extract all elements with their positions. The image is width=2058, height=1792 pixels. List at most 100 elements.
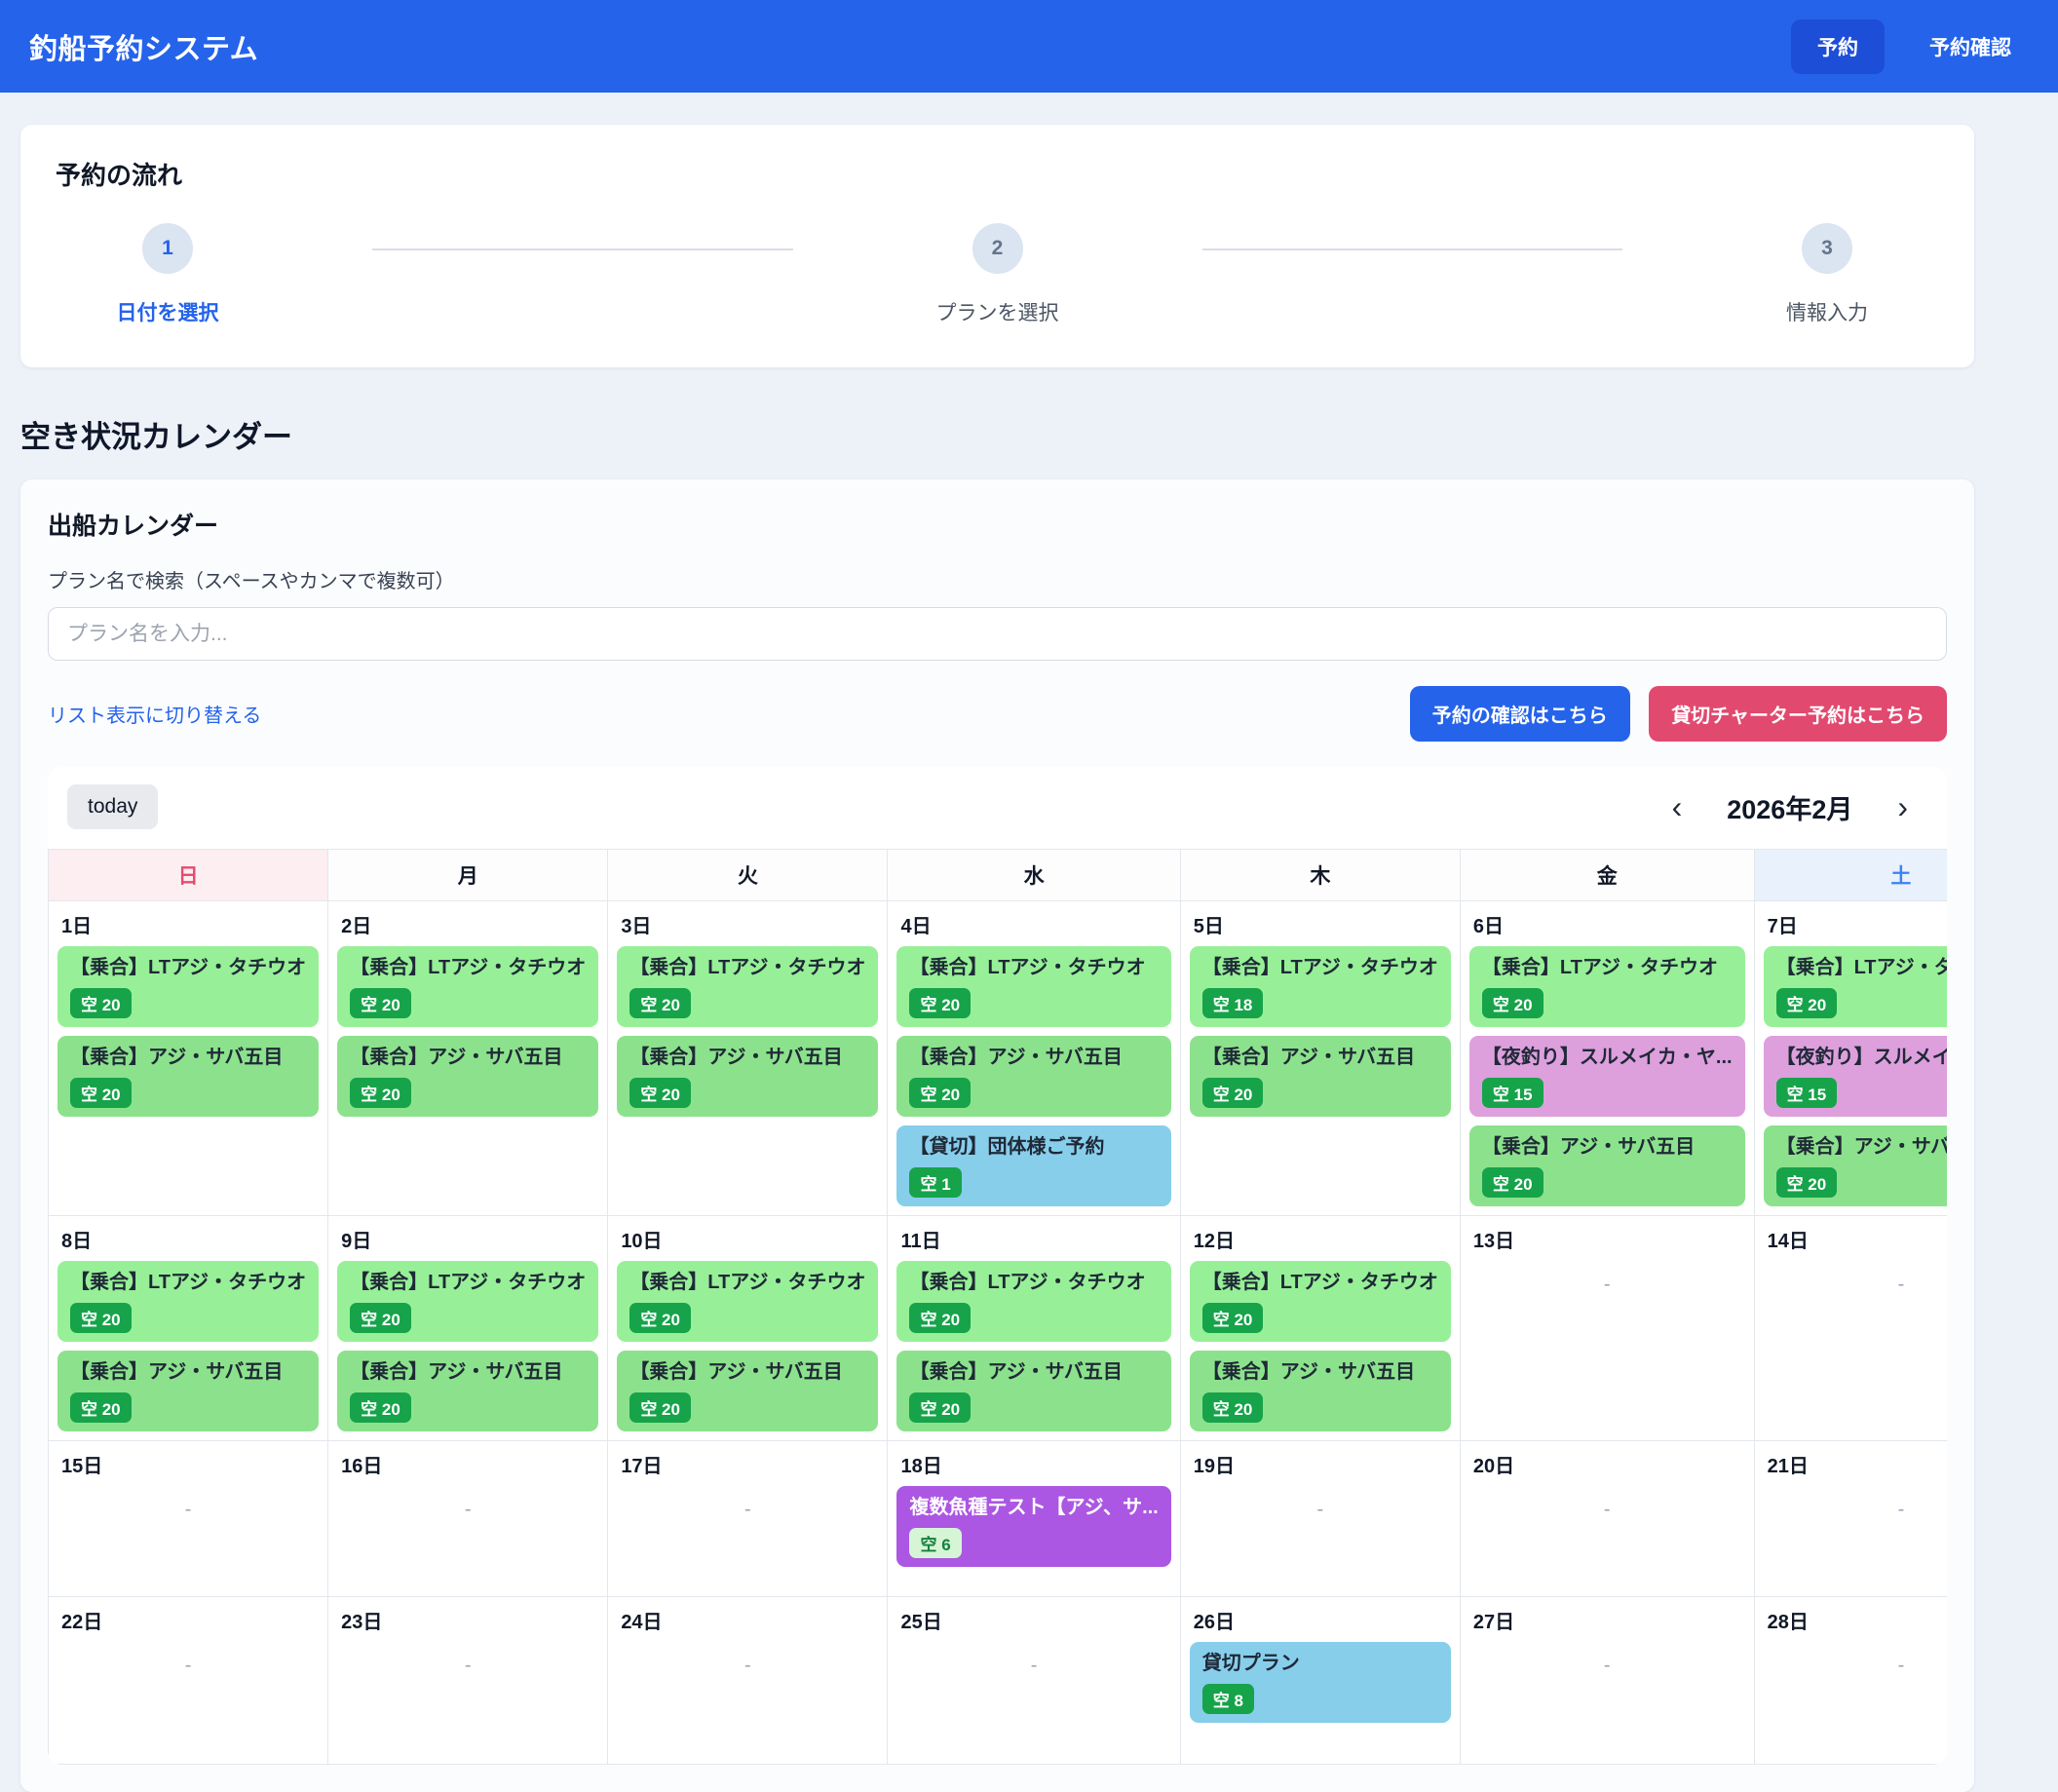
day-number: 24日 (608, 1597, 887, 1639)
day-cell-5日[interactable]: 5日【乗合】LTアジ・タチウオ空 18 【乗合】アジ・サバ五目空 20 (1181, 901, 1461, 1216)
calendar-event[interactable]: 【乗合】アジ・サバ五目空 20 (337, 1351, 598, 1431)
calendar-event[interactable]: 【乗合】LTアジ・タチウオ空 20 (337, 946, 598, 1027)
day-header-sun: 日 (49, 850, 328, 901)
day-cell-1日[interactable]: 1日【乗合】LTアジ・タチウオ空 20 【乗合】アジ・サバ五目空 20 (49, 901, 328, 1216)
day-cell-24日[interactable]: 24日- (608, 1597, 888, 1765)
event-title: 【乗合】アジ・サバ五目 (909, 1359, 1158, 1386)
calendar-event[interactable]: 【乗合】アジ・サバ五目空 20 (337, 1036, 598, 1117)
day-number: 1日 (49, 901, 327, 943)
day-cell-14日[interactable]: 14日- (1755, 1216, 1947, 1441)
calendar-event[interactable]: 【乗合】アジ・サバ五目空 20 (1190, 1036, 1451, 1117)
availability-badge: 空 20 (70, 1078, 132, 1108)
calendar-event[interactable]: 【乗合】アジ・サバ五目空 20 (617, 1036, 878, 1117)
calendar-event[interactable]: 【乗合】LTアジ・タチウオ空 20 (617, 946, 878, 1027)
calendar-event[interactable]: 【乗合】LTアジ・タチウオ空 20 (1469, 946, 1745, 1027)
calendar-grid: 日月火水木金土1日【乗合】LTアジ・タチウオ空 20【乗合】アジ・サバ五目空 2… (48, 849, 1947, 1765)
day-cell-25日[interactable]: 25日- (888, 1597, 1180, 1765)
plan-search-input[interactable] (48, 607, 1947, 661)
day-number: 12日 (1181, 1216, 1460, 1258)
calendar-event[interactable]: 【乗合】LTアジ・タチウオ空 20 (337, 1261, 598, 1342)
day-cell-27日[interactable]: 27日- (1461, 1597, 1755, 1765)
day-cell-3日[interactable]: 3日【乗合】LTアジ・タチウオ空 20【乗合】アジ・サバ五目空 20 (608, 901, 888, 1216)
day-number: 6日 (1461, 901, 1754, 943)
calendar-event[interactable]: 【乗合】アジ・サバ五目空 20 (1190, 1351, 1451, 1431)
day-cell-22日[interactable]: 22日- (49, 1597, 328, 1765)
calendar-event[interactable]: 【乗合】LTアジ・タチウオ空 20 (896, 946, 1170, 1027)
calendar-event[interactable]: 【乗合】LTアジ・タチウオ空 18 (1190, 946, 1451, 1027)
day-cell-15日[interactable]: 15日- (49, 1441, 328, 1597)
day-header-mon: 月 (328, 850, 608, 901)
empty-day-placeholder: - (1755, 1655, 1947, 1677)
empty-day-placeholder: - (1755, 1499, 1947, 1521)
calendar-event[interactable]: 【乗合】LTアジ・タチウオ空 20 (57, 1261, 319, 1342)
calendar-event[interactable]: 【乗合】アジ・サバ五目空 20 (617, 1351, 878, 1431)
event-title: 【乗合】LTアジ・タチウオ (1202, 955, 1438, 981)
availability-badge: 空 20 (1202, 1392, 1264, 1423)
flow-step-1: 1日付を選択 (56, 223, 280, 326)
calendar-event[interactable]: 【乗合】LTアジ・タチウオ空 20 (617, 1261, 878, 1342)
calendar-event[interactable]: 【乗合】アジ・サバ五目空 20 (896, 1036, 1170, 1117)
day-cell-26日[interactable]: 26日貸切プラン空 8 (1181, 1597, 1461, 1765)
calendar-event[interactable]: 複数魚種テスト【アジ、サ...空 6 (896, 1486, 1170, 1567)
availability-badge: 空 20 (909, 988, 971, 1018)
calendar-event[interactable]: 【乗合】LTアジ・タチウオ空 20 (1764, 946, 1947, 1027)
event-title: 【乗合】LTアジ・タチウオ (1202, 1270, 1438, 1296)
day-cell-8日[interactable]: 8日【乗合】LTアジ・タチウオ空 20【乗合】アジ・サバ五目空 20 (49, 1216, 328, 1441)
availability-badge: 空 20 (629, 1078, 691, 1108)
availability-badge: 空 20 (350, 988, 411, 1018)
charter-reservation-button[interactable]: 貸切チャーター予約はこちら (1649, 686, 1947, 742)
day-number: 2日 (328, 901, 607, 943)
event-title: 【乗合】アジ・サバ五目 (1202, 1359, 1438, 1386)
calendar-event[interactable]: 【乗合】アジ・サバ五目空 20 (57, 1351, 319, 1431)
day-cell-19日[interactable]: 19日- (1181, 1441, 1461, 1597)
calendar-event[interactable]: 【乗合】アジ・サバ五目空 20 (57, 1036, 319, 1117)
nav-reserve-button[interactable]: 予約 (1791, 19, 1885, 74)
day-cell-28日[interactable]: 28日- (1755, 1597, 1947, 1765)
calendar-event[interactable]: 【夜釣り】スルメイカ・ヤ...空 15 (1764, 1036, 1947, 1117)
day-cell-16日[interactable]: 16日- (328, 1441, 608, 1597)
calendar-event[interactable]: 【乗合】アジ・サバ五目空 20 (1764, 1125, 1947, 1206)
day-cell-13日[interactable]: 13日- (1461, 1216, 1755, 1441)
event-title: 【乗合】LTアジ・タチウオ (1482, 955, 1733, 981)
calendar-event[interactable]: 【乗合】アジ・サバ五目空 20 (1469, 1125, 1745, 1206)
day-number: 5日 (1181, 901, 1460, 943)
today-button[interactable]: today (67, 784, 158, 829)
calendar-event[interactable]: 【乗合】LTアジ・タチウオ空 20 (57, 946, 319, 1027)
day-cell-9日[interactable]: 9日【乗合】LTアジ・タチウオ空 20【乗合】アジ・サバ五目空 20 (328, 1216, 608, 1441)
reservation-confirm-button[interactable]: 予約の確認はこちら (1410, 686, 1630, 742)
calendar-event[interactable]: 【乗合】LTアジ・タチウオ空 20 (896, 1261, 1170, 1342)
calendar-event[interactable]: 【乗合】LTアジ・タチウオ空 20 (1190, 1261, 1451, 1342)
day-cell-10日[interactable]: 10日【乗合】LTアジ・タチウオ空 20【乗合】アジ・サバ五目空 20 (608, 1216, 888, 1441)
day-cell-6日[interactable]: 6日【乗合】LTアジ・タチウオ空 20【夜釣り】スルメイカ・ヤ...空 15【乗… (1461, 901, 1755, 1216)
calendar-event[interactable]: 貸切プラン空 8 (1190, 1642, 1451, 1723)
day-number: 13日 (1461, 1216, 1754, 1258)
calendar-event[interactable]: 【乗合】アジ・サバ五目空 20 (896, 1351, 1170, 1431)
day-cell-12日[interactable]: 12日【乗合】LTアジ・タチウオ空 20【乗合】アジ・サバ五目空 20 (1181, 1216, 1461, 1441)
day-cell-18日[interactable]: 18日複数魚種テスト【アジ、サ...空 6 (888, 1441, 1180, 1597)
day-cell-4日[interactable]: 4日【乗合】LTアジ・タチウオ空 20【乗合】アジ・サバ五目空 20【貸切】団体… (888, 901, 1180, 1216)
nav-confirm-link[interactable]: 予約確認 (1929, 32, 2011, 61)
flow-steps: 1日付を選択2プランを選択3情報入力 (56, 223, 1939, 326)
day-number: 11日 (888, 1216, 1179, 1258)
day-number: 25日 (888, 1597, 1179, 1639)
availability-badge: 空 20 (70, 988, 132, 1018)
day-cell-20日[interactable]: 20日- (1461, 1441, 1755, 1597)
next-month-icon[interactable]: › (1891, 791, 1914, 822)
day-number: 22日 (49, 1597, 327, 1639)
day-number: 18日 (888, 1441, 1179, 1483)
day-cell-11日[interactable]: 11日【乗合】LTアジ・タチウオ空 20 【乗合】アジ・サバ五目空 20 (888, 1216, 1180, 1441)
availability-badge: 空 20 (629, 988, 691, 1018)
event-title: 【夜釣り】スルメイカ・ヤ... (1482, 1045, 1733, 1071)
list-view-toggle-link[interactable]: リスト表示に切り替える (48, 700, 261, 728)
day-cell-21日[interactable]: 21日- (1755, 1441, 1947, 1597)
calendar-event[interactable]: 【貸切】団体様ご予約空 1 (896, 1125, 1170, 1206)
day-cell-17日[interactable]: 17日- (608, 1441, 888, 1597)
day-cell-23日[interactable]: 23日- (328, 1597, 608, 1765)
prev-month-icon[interactable]: ‹ (1666, 791, 1689, 822)
day-cell-7日[interactable]: 7日【乗合】LTアジ・タチウオ空 20 【夜釣り】スルメイカ・ヤ...空 15【乗… (1755, 901, 1947, 1216)
day-number: 7日 (1755, 901, 1947, 943)
app-title: 釣船予約システム (29, 26, 258, 67)
day-cell-2日[interactable]: 2日【乗合】LTアジ・タチウオ空 20 【乗合】アジ・サバ五目空 20 (328, 901, 608, 1216)
empty-day-placeholder: - (1181, 1499, 1460, 1521)
calendar-event[interactable]: 【夜釣り】スルメイカ・ヤ...空 15 (1469, 1036, 1745, 1117)
